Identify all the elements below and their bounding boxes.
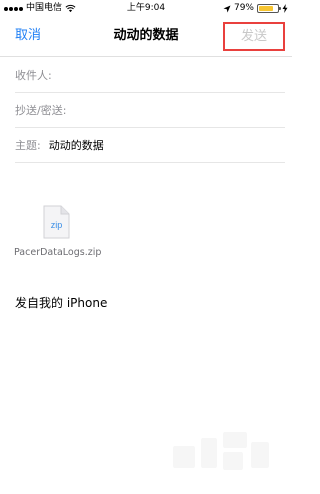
battery-percent: 79% [233,3,254,13]
mail-compose-screen: 中国电信 上午9:04 79% 取消 动动的数据 发送 收件人: 抄送/密送: … [0,0,292,494]
watermark-logo [173,428,273,480]
send-button[interactable]: 发送 [223,22,285,51]
compose-nav-bar: 取消 动动的数据 发送 [0,17,292,57]
zip-icon-label: zip [51,220,63,230]
subject-label: 主题: [15,139,41,152]
recipient-field[interactable]: 收件人: [15,58,285,93]
cc-bcc-label: 抄送/密送: [15,104,67,117]
subject-field[interactable]: 主题: 动动的数据 [15,128,285,163]
attachment-file-name: PacerDataLogs.zip [14,247,102,258]
status-bar-right: 79% [223,0,288,17]
cancel-button[interactable]: 取消 [15,17,41,57]
zip-file-icon: zip [43,205,70,239]
status-bar: 中国电信 上午9:04 79% [0,0,292,17]
attachment-item[interactable]: zip PacerDataLogs.zip [14,205,104,260]
battery-icon [257,4,281,13]
subject-value[interactable]: 动动的数据 [49,137,104,153]
charging-bolt-icon [282,4,288,13]
location-arrow-icon [223,5,231,12]
email-signature[interactable]: 发自我的 iPhone [15,294,107,311]
cc-bcc-field[interactable]: 抄送/密送: [15,93,285,128]
battery-level-fill [259,6,274,11]
recipient-label: 收件人: [15,69,52,82]
